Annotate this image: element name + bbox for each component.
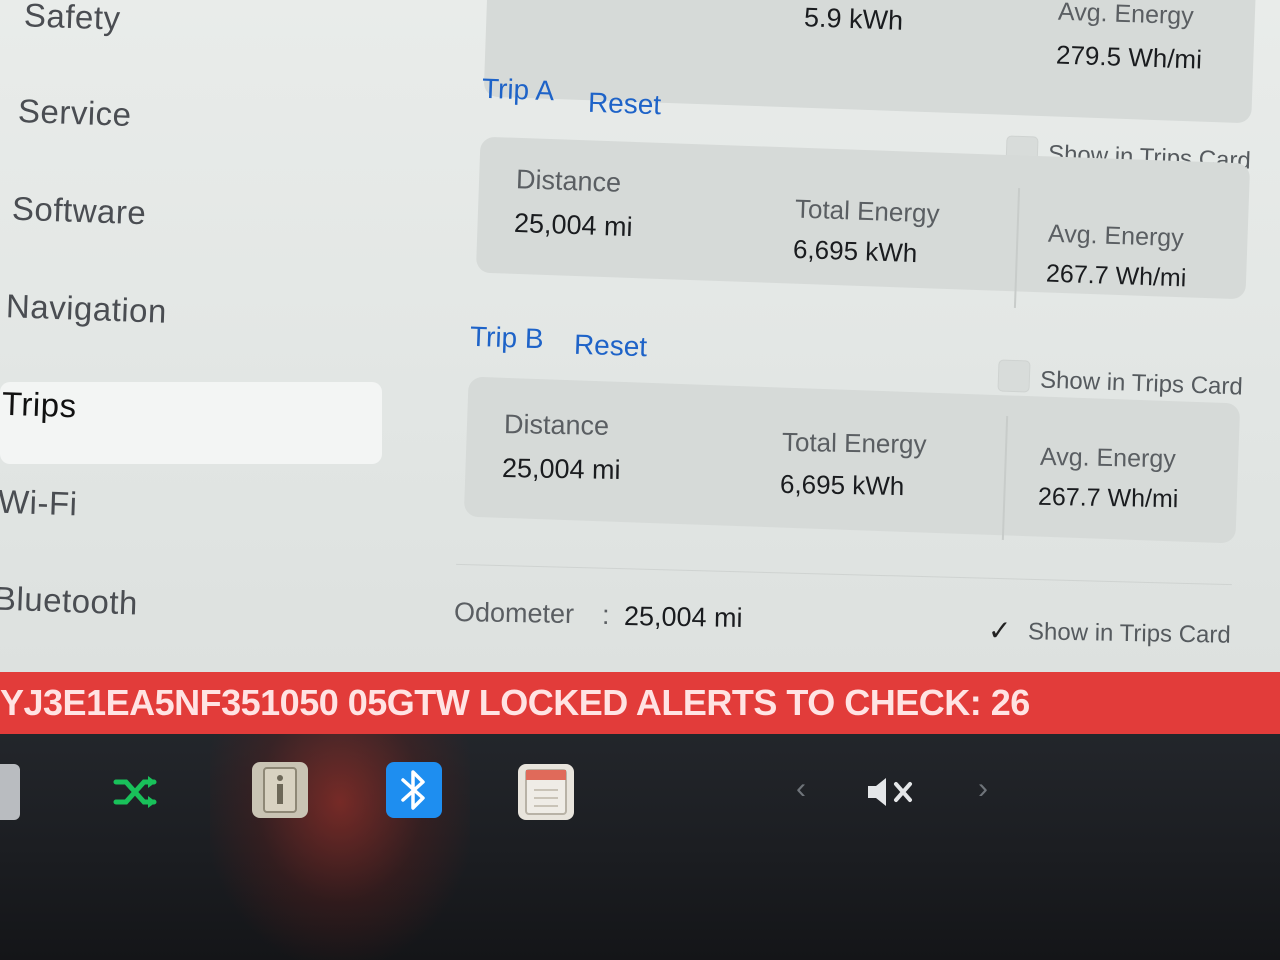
sidebar-item-service[interactable]: Service bbox=[17, 92, 132, 134]
calendar-icon[interactable] bbox=[518, 764, 574, 820]
odometer-divider bbox=[456, 563, 1232, 586]
shuffle-icon[interactable] bbox=[108, 764, 164, 820]
odometer-show-label: Show in Trips Card bbox=[1027, 618, 1231, 649]
sidebar-item-safety[interactable]: Safety bbox=[23, 0, 121, 38]
sidebar-item-software[interactable]: Software bbox=[11, 190, 146, 233]
volume-up-arrow-icon[interactable]: › bbox=[978, 772, 988, 806]
trip-a-reset-button[interactable]: Reset bbox=[587, 87, 661, 122]
alert-text: YJ3E1EA5NF351050 05GTW LOCKED ALERTS TO … bbox=[0, 682, 1030, 723]
app-edge-icon[interactable] bbox=[0, 764, 20, 820]
odometer-separator: : bbox=[601, 599, 610, 631]
odometer-value: 25,004 mi bbox=[623, 600, 743, 634]
settings-sidebar: Safety Service Software Navigation Trips… bbox=[0, 0, 400, 672]
bluetooth-icon[interactable] bbox=[386, 762, 442, 818]
trip-b-energy-label: Total Energy bbox=[781, 426, 927, 460]
sidebar-item-wifi[interactable]: Wi-Fi bbox=[0, 483, 78, 524]
alert-banner[interactable]: YJ3E1EA5NF351050 05GTW LOCKED ALERTS TO … bbox=[0, 672, 1280, 734]
volume-down-arrow-icon[interactable]: ‹ bbox=[796, 772, 806, 806]
trip-b-distance-value: 25,004 mi bbox=[501, 452, 621, 486]
trip-b-title: Trip B bbox=[469, 320, 545, 355]
info-card-icon[interactable] bbox=[252, 762, 308, 818]
trip-a-energy-label: Total Energy bbox=[794, 193, 941, 229]
trip-b-distance-label: Distance bbox=[503, 409, 610, 441]
trip-a-avg-label: Avg. Energy bbox=[1047, 219, 1185, 253]
trip-b-show-checkbox[interactable] bbox=[997, 359, 1031, 393]
trip-b-energy-value: 6,695 kWh bbox=[779, 468, 905, 502]
trip-b-show-label: Show in Trips Card bbox=[1039, 366, 1244, 401]
trip-a-distance-label: Distance bbox=[515, 164, 622, 198]
odometer-label: Odometer bbox=[453, 596, 575, 630]
volume-mute-icon[interactable] bbox=[862, 764, 922, 820]
settings-screen: Safety Service Software Navigation Trips… bbox=[0, 0, 1280, 672]
trip-a-energy-value: 6,695 kWh bbox=[792, 233, 918, 269]
trip-a-avg-value: 267.7 Wh/mi bbox=[1045, 259, 1187, 293]
bottom-dock: ‹ › bbox=[0, 734, 1280, 960]
trip-b-avg-label: Avg. Energy bbox=[1039, 442, 1176, 474]
trip-a-distance-value: 25,004 mi bbox=[513, 207, 634, 243]
trip-b-reset-button[interactable]: Reset bbox=[573, 329, 647, 364]
prior-trip-avg-value: 279.5 Wh/mi bbox=[1055, 39, 1203, 75]
odometer-show-checkbox[interactable]: ✓ bbox=[988, 614, 1011, 647]
trip-a-title: Trip A bbox=[481, 72, 555, 107]
trip-b-avg-value: 267.7 Wh/mi bbox=[1037, 482, 1179, 514]
sidebar-item-navigation[interactable]: Navigation bbox=[5, 287, 167, 331]
prior-trip-avg-label: Avg. Energy bbox=[1057, 0, 1195, 31]
prior-trip-energy: 5.9 kWh bbox=[803, 2, 904, 36]
sidebar-item-bluetooth[interactable]: Bluetooth bbox=[0, 579, 139, 622]
sidebar-item-trips[interactable]: Trips bbox=[1, 385, 77, 426]
